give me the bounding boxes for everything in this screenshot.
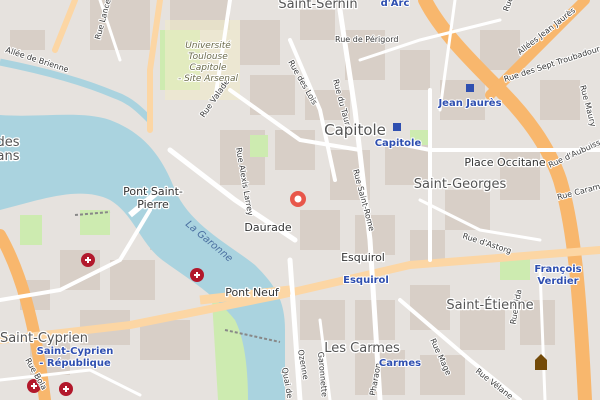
metro-label: Saint-Cyprien bbox=[37, 346, 114, 357]
metro-label: Verdier bbox=[537, 276, 578, 287]
metro-label: - République bbox=[39, 357, 111, 369]
location-pin[interactable] bbox=[290, 191, 306, 207]
bridge-label: Pont Neuf bbox=[225, 286, 280, 299]
university-label: Université bbox=[185, 40, 231, 51]
metro-icon bbox=[466, 84, 474, 92]
district-label: Saint-Étienne bbox=[446, 297, 533, 313]
university-label: - Site Arsenal bbox=[178, 74, 239, 84]
district-label: Les Carmes bbox=[324, 341, 400, 356]
district-label: des bbox=[0, 135, 20, 150]
district-label: Saint-Cyprien bbox=[0, 331, 88, 346]
metro-label: Carmes bbox=[379, 358, 421, 369]
metro-label: François bbox=[534, 264, 581, 275]
district-label: Saint-Georges bbox=[414, 177, 507, 192]
metro-label: Esquirol bbox=[343, 275, 389, 286]
bridge-label: Pont Saint- bbox=[123, 185, 183, 198]
landmark-label: Esquirol bbox=[341, 251, 385, 264]
district-label: Saint-Sernin bbox=[278, 0, 357, 12]
district-label: ans bbox=[0, 149, 20, 164]
metro-icon bbox=[393, 123, 401, 131]
district-label: Capitole bbox=[324, 121, 386, 139]
metro-label: Jean Jaurès bbox=[437, 97, 501, 109]
map-canvas[interactable]: Rue Lancefoc Allée de Brienne Rue Valade… bbox=[0, 0, 600, 400]
landmark-label: Daurade bbox=[244, 221, 291, 234]
metro-label: d'Arc bbox=[381, 0, 410, 9]
university-label: Toulouse bbox=[188, 52, 228, 62]
landmark-label: Place Occitane bbox=[464, 156, 546, 169]
map-view[interactable]: Rue Lancefoc Allée de Brienne Rue Valade… bbox=[0, 0, 600, 400]
university-label: Capitole bbox=[189, 63, 227, 73]
street-label: Rue de Périgord bbox=[335, 34, 398, 44]
bridge-label: Pierre bbox=[137, 198, 169, 211]
metro-label: Capitole bbox=[375, 138, 422, 149]
